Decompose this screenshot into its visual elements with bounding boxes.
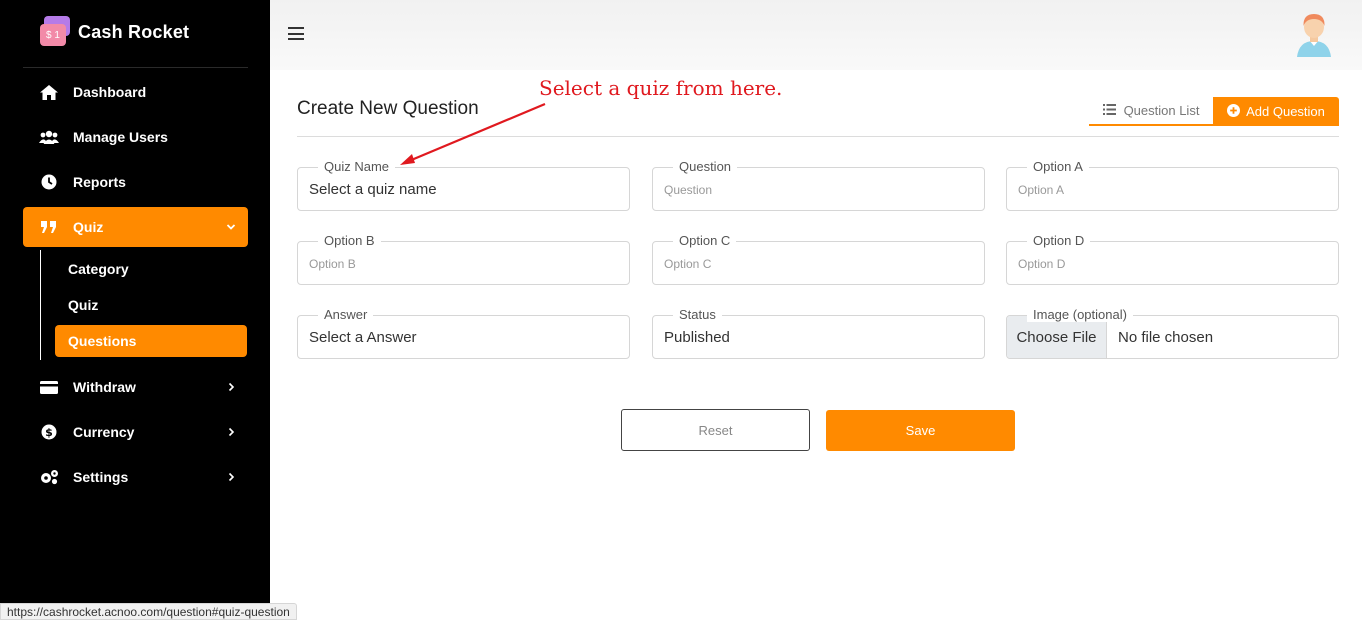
question-list-tab[interactable]: Question List (1089, 97, 1213, 126)
option-c-label: Option C (673, 234, 737, 248)
sidebar: $ 1 Cash Rocket Dashboard Manage Users R… (0, 0, 270, 620)
reset-button[interactable]: Reset (621, 409, 810, 451)
home-icon (39, 84, 59, 100)
sidebar-item-label: Dashboard (73, 84, 147, 100)
status-bar-url: https://cashrocket.acnoo.com/question#qu… (0, 603, 297, 620)
sidebar-item-label: Settings (73, 469, 129, 485)
sidebar-item-quiz[interactable]: Quiz (23, 207, 248, 247)
sidebar-item-label: Manage Users (73, 129, 168, 145)
sidebar-item-dashboard[interactable]: Dashboard (23, 72, 248, 112)
quiz-name-label: Quiz Name (318, 160, 396, 174)
submenu-line (40, 250, 41, 360)
option-d-placeholder: Option D (1018, 257, 1066, 271)
brand[interactable]: $ 1 Cash Rocket (40, 16, 189, 48)
add-question-tab[interactable]: Add Question (1213, 97, 1339, 126)
answer-value: Select a Answer (309, 329, 417, 346)
sidebar-subitem-category[interactable]: Category (55, 253, 247, 285)
question-list-label: Question List (1123, 103, 1200, 118)
option-b-input[interactable]: Option B Option B (297, 234, 630, 285)
file-status-text: No file chosen (1118, 329, 1214, 346)
option-d-input[interactable]: Option D Option D (1006, 234, 1339, 285)
question-input[interactable]: Question Question (652, 160, 985, 211)
answer-select[interactable]: Answer Select a Answer (297, 308, 630, 359)
question-label: Question (673, 160, 738, 174)
option-d-label: Option D (1027, 234, 1091, 248)
option-a-input[interactable]: Option A Option A (1006, 160, 1339, 211)
save-button[interactable]: Save (826, 410, 1015, 451)
quote-icon (39, 221, 59, 233)
cash-rocket-logo-icon: $ 1 (40, 16, 70, 48)
list-icon (1102, 103, 1116, 118)
credit-card-icon (39, 380, 59, 394)
option-c-input[interactable]: Option C Option C (652, 234, 985, 285)
hamburger-menu-icon[interactable] (288, 27, 304, 40)
answer-label: Answer (318, 308, 374, 322)
status-label: Status (673, 308, 722, 322)
annotation-text: Select a quiz from here. (539, 76, 783, 100)
user-avatar[interactable] (1295, 11, 1333, 57)
svg-text:$: $ (45, 426, 53, 439)
add-question-label: Add Question (1246, 104, 1325, 119)
topbar (270, 0, 1362, 70)
option-a-label: Option A (1027, 160, 1089, 174)
sidebar-item-withdraw[interactable]: Withdraw (23, 367, 248, 407)
choose-file-button[interactable]: Choose File (1007, 316, 1107, 358)
quiz-name-value: Select a quiz name (309, 181, 437, 198)
brand-name: Cash Rocket (78, 21, 190, 42)
sidebar-item-label: Reports (73, 174, 126, 190)
brand-divider (23, 67, 248, 68)
sidebar-item-label: Quiz (73, 219, 104, 235)
clock-icon (39, 174, 59, 190)
annotation-arrow-icon (400, 102, 546, 165)
sidebar-item-label: Withdraw (73, 379, 136, 395)
chevron-right-icon (226, 424, 236, 440)
sidebar-item-settings[interactable]: Settings (23, 457, 248, 497)
sidebar-item-manage-users[interactable]: Manage Users (23, 117, 248, 157)
sidebar-item-reports[interactable]: Reports (23, 162, 248, 202)
option-b-label: Option B (318, 234, 381, 248)
users-icon (39, 130, 59, 144)
gears-icon (39, 469, 59, 485)
quiz-name-select[interactable]: Quiz Name Select a quiz name (297, 160, 630, 211)
plus-circle-icon (1227, 103, 1241, 120)
status-select[interactable]: Status Published (652, 308, 985, 359)
dollar-icon: $ (39, 424, 59, 440)
chevron-right-icon (226, 379, 236, 395)
image-label: Image (optional) (1027, 308, 1133, 322)
question-placeholder: Question (664, 183, 713, 197)
option-c-placeholder: Option C (664, 257, 712, 271)
sidebar-subitem-questions[interactable]: Questions (55, 325, 247, 357)
image-file-input[interactable]: Choose File Image (optional) No file cho… (1006, 308, 1339, 359)
status-value: Published (664, 329, 730, 346)
sidebar-item-label: Currency (73, 424, 135, 440)
chevron-down-icon (226, 219, 236, 235)
sidebar-item-currency[interactable]: $ Currency (23, 412, 248, 452)
chevron-right-icon (226, 469, 236, 485)
sidebar-subitem-quiz[interactable]: Quiz (55, 289, 247, 321)
option-a-placeholder: Option A (1018, 183, 1065, 197)
option-b-placeholder: Option B (309, 257, 356, 271)
